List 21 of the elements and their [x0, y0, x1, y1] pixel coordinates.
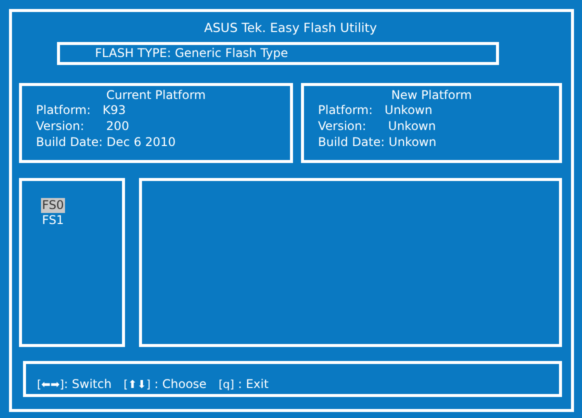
field-label: Platform: [318, 102, 373, 118]
field-label: Build Date: [36, 134, 103, 150]
field-value: Unkown [388, 118, 436, 134]
panel-heading: Current Platform [106, 88, 206, 102]
drive-item[interactable]: FS0 [41, 198, 65, 213]
field-label: Build Date: [318, 134, 385, 150]
drive-item[interactable]: FS1 [41, 213, 65, 228]
field-value: Dec 6 2010 [106, 134, 176, 150]
field-label: Version: [318, 118, 366, 134]
field-value: K93 [102, 102, 126, 118]
panel-heading: New Platform [391, 88, 472, 102]
key-hint: [⬆⬇] : Choose [124, 377, 207, 393]
field-label: Version: [36, 118, 84, 134]
field-value: 200 [106, 118, 130, 134]
flash-type-label: FLASH TYPE: Generic Flash Type [57, 42, 499, 65]
key-hint: [⬅➡]: Switch [37, 377, 112, 393]
field-value: Unkown [388, 134, 436, 150]
field-value: Unkown [384, 102, 432, 118]
window-title: ASUS Tek. Easy Flash Utility [204, 20, 377, 35]
key-hint: [q] : Exit [218, 377, 269, 393]
field-label: Platform: [36, 102, 91, 118]
